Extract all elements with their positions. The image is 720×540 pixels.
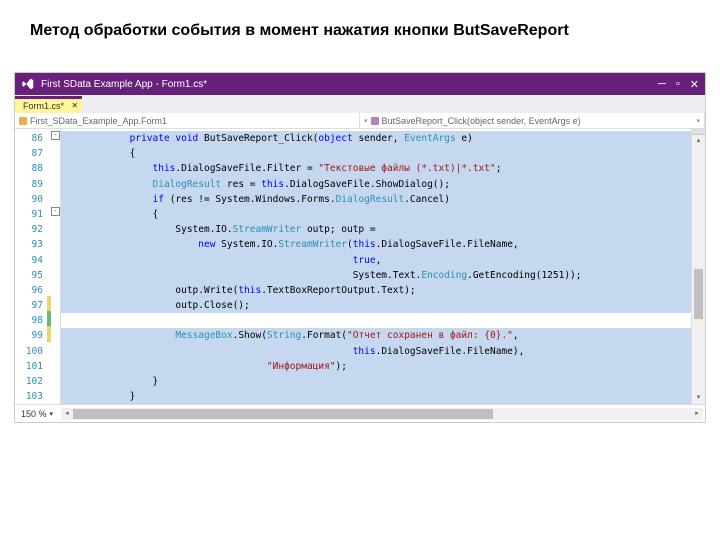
horizontal-scrollbar[interactable]: ◂ ▸ bbox=[61, 408, 703, 420]
minimize-button[interactable]: ─ bbox=[658, 78, 666, 90]
zoom-selector[interactable]: 150 % ▾ bbox=[15, 409, 59, 419]
code-line[interactable]: "Информация"); bbox=[61, 359, 691, 374]
line-number: 96 bbox=[15, 283, 47, 298]
line-number: 102 bbox=[15, 374, 47, 389]
line-number: 99 bbox=[15, 328, 47, 343]
window-title: First SData Example App - Form1.cs* bbox=[41, 79, 658, 90]
code-line[interactable]: DialogResult res = this.DialogSaveFile.S… bbox=[61, 177, 691, 192]
code-line[interactable]: new System.IO.StreamWriter(this.DialogSa… bbox=[61, 237, 691, 252]
close-button[interactable]: ✕ bbox=[690, 78, 699, 91]
status-bar: 150 % ▾ ◂ ▸ bbox=[15, 404, 705, 422]
breadcrumb-method[interactable]: ▾ ButSaveReport_Click(object sender, Eve… bbox=[360, 113, 705, 128]
maximize-button[interactable]: ▫ bbox=[676, 78, 680, 90]
line-number: 103 bbox=[15, 389, 47, 404]
window-controls: ─ ▫ ✕ bbox=[658, 78, 699, 91]
code-line[interactable]: outp.Write(this.TextBoxReportOutput.Text… bbox=[61, 283, 691, 298]
code-editor[interactable]: private void ButSaveReport_Click(object … bbox=[61, 129, 691, 404]
code-line[interactable]: true, bbox=[61, 253, 691, 268]
outlining-margin[interactable]: - - bbox=[51, 129, 61, 404]
breadcrumb-class[interactable]: First_SData_Example_App.Form1 bbox=[15, 113, 360, 128]
line-number: 86 bbox=[15, 131, 47, 146]
scroll-thumb[interactable] bbox=[73, 409, 493, 419]
line-number: 91 bbox=[15, 207, 47, 222]
line-number: 94 bbox=[15, 253, 47, 268]
scroll-left-icon[interactable]: ◂ bbox=[61, 408, 73, 420]
code-line[interactable] bbox=[61, 313, 691, 328]
line-number: 87 bbox=[15, 146, 47, 161]
line-number: 92 bbox=[15, 222, 47, 237]
code-line[interactable]: System.Text.Encoding.GetEncoding(1251)); bbox=[61, 268, 691, 283]
line-number-gutter: 8687888990919293949596979899100101102103 bbox=[15, 129, 47, 404]
collapse-toggle-icon[interactable]: - bbox=[51, 131, 60, 140]
line-number: 95 bbox=[15, 268, 47, 283]
chevron-down-icon: ▾ bbox=[364, 117, 368, 125]
vs-logo-icon bbox=[21, 77, 35, 91]
collapse-toggle-icon[interactable]: - bbox=[51, 207, 60, 216]
zoom-level: 150 % bbox=[21, 409, 47, 419]
breadcrumb-method-label: ButSaveReport_Click(object sender, Event… bbox=[382, 116, 581, 126]
document-tabs: Form1.cs* ✕ bbox=[15, 95, 705, 113]
tab-label: Form1.cs* bbox=[23, 101, 64, 111]
line-number: 93 bbox=[15, 237, 47, 252]
code-line[interactable]: { bbox=[61, 146, 691, 161]
scroll-down-icon[interactable]: ▾ bbox=[692, 392, 705, 404]
class-icon bbox=[19, 117, 27, 125]
code-line[interactable]: { bbox=[61, 207, 691, 222]
code-line[interactable]: if (res != System.Windows.Forms.DialogRe… bbox=[61, 192, 691, 207]
scroll-up-icon[interactable]: ▴ bbox=[692, 135, 705, 147]
scroll-right-icon[interactable]: ▸ bbox=[691, 408, 703, 420]
tab-form1[interactable]: Form1.cs* ✕ bbox=[15, 96, 82, 113]
breadcrumb-class-label: First_SData_Example_App.Form1 bbox=[30, 116, 167, 126]
line-number: 90 bbox=[15, 192, 47, 207]
vertical-scrollbar[interactable]: ▴ ▾ bbox=[691, 129, 705, 404]
method-icon bbox=[371, 117, 379, 125]
line-number: 98 bbox=[15, 313, 47, 328]
slide-title: Метод обработки события в момент нажатия… bbox=[0, 0, 720, 52]
code-line[interactable]: } bbox=[61, 374, 691, 389]
editor-area: 8687888990919293949596979899100101102103… bbox=[15, 129, 705, 404]
chevron-down-icon: ▾ bbox=[50, 410, 54, 418]
tab-close-icon[interactable]: ✕ bbox=[71, 101, 78, 110]
code-line[interactable]: System.IO.StreamWriter outp; outp = bbox=[61, 222, 691, 237]
chevron-down-icon: ▾ bbox=[696, 117, 700, 125]
line-number: 88 bbox=[15, 161, 47, 176]
line-number: 101 bbox=[15, 359, 47, 374]
title-bar[interactable]: First SData Example App - Form1.cs* ─ ▫ … bbox=[15, 73, 705, 95]
code-line[interactable]: private void ButSaveReport_Click(object … bbox=[61, 131, 691, 146]
code-line[interactable]: this.DialogSaveFile.Filter = "Текстовые … bbox=[61, 161, 691, 176]
ide-window: First SData Example App - Form1.cs* ─ ▫ … bbox=[14, 72, 706, 423]
code-line[interactable]: MessageBox.Show(String.Format("Отчет сох… bbox=[61, 328, 691, 343]
nav-breadcrumb: First_SData_Example_App.Form1 ▾ ButSaveR… bbox=[15, 113, 705, 129]
line-number: 89 bbox=[15, 177, 47, 192]
code-line[interactable]: outp.Close(); bbox=[61, 298, 691, 313]
line-number: 100 bbox=[15, 344, 47, 359]
code-line[interactable]: } bbox=[61, 389, 691, 404]
scroll-thumb[interactable] bbox=[694, 269, 703, 319]
line-number: 97 bbox=[15, 298, 47, 313]
code-line[interactable]: this.DialogSaveFile.FileName), bbox=[61, 344, 691, 359]
